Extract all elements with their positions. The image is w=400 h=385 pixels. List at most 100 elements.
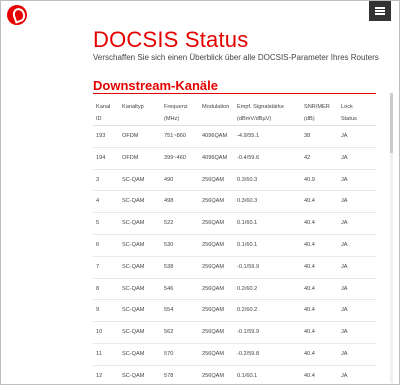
column-header: Modulation [199,97,234,126]
column-header-label: Kanal [96,104,111,110]
column-header-unit: ID [96,116,102,122]
table-cell: 40.4 [301,321,338,344]
browser-page: DOCSIS Status Verschaffen Sie sich einen… [0,0,400,385]
table-cell: 256QAM [199,190,234,214]
table-row: 6 SC-QAM 530 256QAM 0.1/60.1 40.4 JA [93,234,376,257]
table-cell: -0.1/59.9 [234,321,301,344]
table-cell: 40.4 [301,234,338,257]
column-header: Empf. Signalstärke (dBmV/dBµV) [234,97,301,126]
table-cell: 4096QAM [199,125,234,148]
table-row: 11 SC-QAM 570 256QAM -0.2/59.8 40.4 JA [93,343,376,366]
downstream-table: Kanal ID Kanaltyp Frequenz (MHz) Modulation Em… [93,97,376,384]
table-cell: 193 [93,125,119,148]
table-row: 8 SC-QAM 546 256QAM 0.2/60.2 40.4 JA [93,278,376,301]
table-cell: 256QAM [199,343,234,366]
table-cell: 256QAM [199,365,234,384]
table-row: 7 SC-QAM 538 256QAM -0.1/59.9 40.4 JA [93,256,376,279]
table-cell: 0.1/60.1 [234,234,301,257]
column-header-unit: (MHz) [164,116,180,122]
table-cell: JA [338,299,376,323]
table-cell: 40.9 [301,169,338,192]
table-cell: 3 [93,169,119,192]
table-cell: 570 [161,343,199,366]
column-header: SNR/MER (dB) [301,97,338,126]
page-subtitle: Verschaffen Sie sich einen Überblick übe… [93,53,379,62]
table-cell: 40.4 [301,190,338,214]
table-cell: 42 [301,147,338,170]
hamburger-menu-icon[interactable] [369,1,391,21]
table-row: 9 SC-QAM 554 256QAM 0.2/60.2 40.4 JA [93,299,376,323]
table-row: 194 OFDM 399~460 4096QAM -0.4/59.6 42 JA [93,147,376,170]
table-cell: SC-QAM [119,234,161,257]
table-cell: 0.1/60.1 [234,365,301,384]
table-cell: 0.3/60.3 [234,169,301,192]
table-cell: 546 [161,278,199,301]
column-header-label: Modulation [202,104,230,110]
table-cell: 498 [161,190,199,214]
table-row: 193 OFDM 751~860 4096QAM -4.9/55.1 38 JA [93,125,376,148]
table-cell: OFDM [119,147,161,170]
table-cell: JA [338,234,376,257]
table-cell: 40.4 [301,299,338,323]
table-cell: 0.1/60.1 [234,212,301,235]
table-cell: JA [338,190,376,214]
table-cell: 538 [161,256,199,279]
column-header-unit: Status [341,116,357,122]
table-cell: 40.4 [301,212,338,235]
table-cell: 10 [93,321,119,344]
table-cell: 40.4 [301,365,338,384]
table-cell: 562 [161,321,199,344]
column-header-label: Frequenz [164,104,188,110]
table-cell: 9 [93,299,119,323]
table-cell: 11 [93,343,119,366]
page-title: DOCSIS Status [93,27,249,52]
table-cell: 194 [93,147,119,170]
column-header: Kanal ID [93,97,119,126]
table-cell: SC-QAM [119,321,161,344]
table-cell: 256QAM [199,321,234,344]
table-cell: JA [338,278,376,301]
table-cell: 0.3/60.3 [234,190,301,214]
table-cell: JA [338,212,376,235]
table-cell: 490 [161,169,199,192]
table-cell: JA [338,147,376,170]
table-cell: SC-QAM [119,212,161,235]
table-cell: 12 [93,365,119,384]
table-cell: SC-QAM [119,169,161,192]
table-cell: JA [338,343,376,366]
table-cell: 578 [161,365,199,384]
table-cell: 256QAM [199,256,234,279]
table-cell: JA [338,365,376,384]
table-cell: 5 [93,212,119,235]
table-cell: -0.4/59.6 [234,147,301,170]
table-cell: 751~860 [161,125,199,148]
table-cell: JA [338,125,376,148]
column-header-label: Lock [341,104,353,110]
table-cell: 4 [93,190,119,214]
table-cell: 4096QAM [199,147,234,170]
table-cell: SC-QAM [119,299,161,323]
column-header-label: SNR/MER [304,104,330,110]
table-cell: 256QAM [199,169,234,192]
table-cell: 256QAM [199,212,234,235]
table-row: 12 SC-QAM 578 256QAM 0.1/60.1 40.4 JA [93,365,376,384]
table-cell: 6 [93,234,119,257]
table-cell: 522 [161,212,199,235]
downstream-section-title: Downstream-Kanäle [93,78,218,93]
vodafone-logo-icon[interactable] [7,5,27,25]
scrollbar-thumb[interactable] [390,93,393,153]
table-cell: 256QAM [199,278,234,301]
table-row: 5 SC-QAM 522 256QAM 0.1/60.1 40.4 JA [93,212,376,235]
table-row: 4 SC-QAM 498 256QAM 0.3/60.3 40.4 JA [93,190,376,214]
table-header-row: Kanal ID Kanaltyp Frequenz (MHz) Modulation Em… [93,97,376,126]
table-cell: 256QAM [199,299,234,323]
table-cell: JA [338,321,376,344]
table-cell: JA [338,256,376,279]
table-row: 10 SC-QAM 562 256QAM -0.1/59.9 40.4 JA [93,321,376,344]
table-cell: SC-QAM [119,278,161,301]
column-header: Lock Status [338,97,376,126]
table-cell: 40.4 [301,256,338,279]
table-cell: 38 [301,125,338,148]
table-cell: -0.1/59.9 [234,256,301,279]
table-cell: 554 [161,299,199,323]
